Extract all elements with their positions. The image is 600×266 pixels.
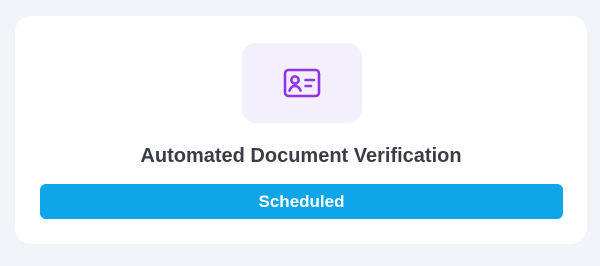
- id-card-icon: [283, 68, 321, 98]
- status-button[interactable]: Scheduled: [40, 184, 563, 219]
- icon-tile: [242, 43, 362, 123]
- card-title: Automated Document Verification: [140, 145, 462, 167]
- verification-card: Automated Document Verification Schedule…: [15, 16, 587, 244]
